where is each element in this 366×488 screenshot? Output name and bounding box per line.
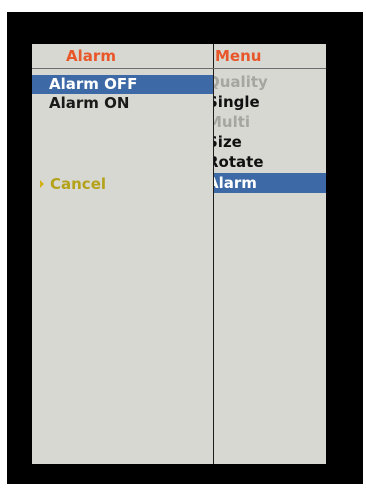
triangle-right-icon: [40, 180, 44, 188]
cancel-option[interactable]: Cancel: [32, 174, 213, 194]
main-menu-panel: Quality Single Multi Size Rotate Alarm: [213, 44, 326, 464]
panel-divider: [213, 44, 214, 464]
alarm-submenu-title: Alarm: [66, 47, 116, 65]
alarm-off-option[interactable]: Alarm OFF: [32, 75, 213, 94]
menu-item-single[interactable]: Single: [213, 92, 326, 112]
cancel-label: Cancel: [50, 175, 107, 193]
menu-item-size[interactable]: Size: [213, 132, 326, 152]
alarm-on-option[interactable]: Alarm ON: [32, 94, 213, 113]
menu-item-alarm[interactable]: Alarm: [213, 173, 326, 193]
menu-item-quality: Quality: [213, 73, 268, 91]
main-menu-title: Menu: [215, 47, 262, 65]
menu-item-rotate[interactable]: Rotate: [213, 152, 326, 172]
header-divider: [32, 68, 326, 69]
menu-item-multi: Multi: [213, 113, 251, 131]
